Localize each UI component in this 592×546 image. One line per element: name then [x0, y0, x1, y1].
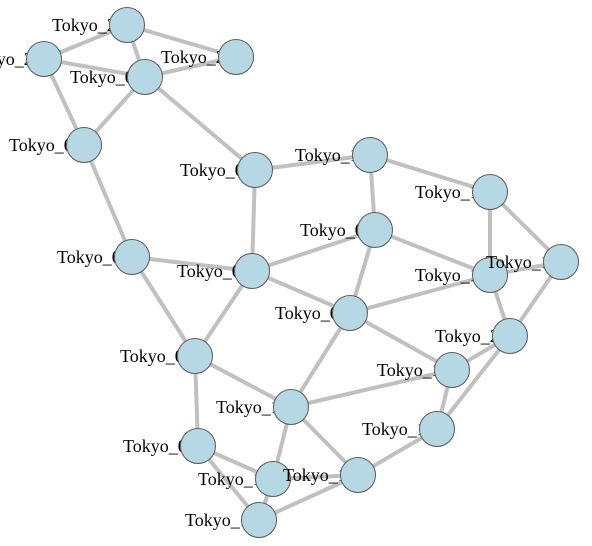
edge [145, 77, 255, 170]
graph-node: Tokyo_05 [300, 212, 393, 248]
node-circle[interactable] [419, 411, 455, 447]
graph-node: Tokyo_21 [161, 39, 254, 75]
node-circle[interactable] [434, 352, 470, 388]
graph-node: Tokyo_15 [362, 411, 455, 447]
graph-node: Tokyo_12 [283, 457, 376, 493]
node-circle[interactable] [340, 457, 376, 493]
graph-node: Tokyo_11 [185, 502, 277, 538]
node-circle[interactable] [472, 174, 508, 210]
node-circle[interactable] [109, 7, 145, 43]
network-graph: Tokyo_01 Tokyo_02 Tokyo_03 Tokyo_04 Tokyo_05… [0, 0, 592, 546]
node-circle[interactable] [218, 39, 254, 75]
graph-node: Tokyo_02 [57, 239, 150, 275]
graph-node: Tokyo_04 [275, 295, 368, 331]
edge [350, 275, 490, 313]
node-circle[interactable] [26, 41, 62, 77]
graph-node: Tokyo_03 [120, 338, 213, 374]
graph-node: Tokyo_13 [216, 389, 309, 425]
graph-node: Tokyo_06 [180, 152, 273, 188]
graph-node: Tokyo_17 [415, 174, 508, 210]
node-circle[interactable] [127, 59, 163, 95]
graph-node: Tokyo_18 [295, 137, 388, 173]
graph-node: Tokyo_20 [435, 318, 528, 354]
graph-node: Tokyo_01 [177, 253, 270, 289]
node-circle[interactable] [492, 318, 528, 354]
node-circle[interactable] [237, 152, 273, 188]
node-circle[interactable] [180, 428, 216, 464]
node-circle[interactable] [472, 257, 508, 293]
node-circle[interactable] [66, 127, 102, 163]
node-circle[interactable] [357, 212, 393, 248]
node-circle[interactable] [352, 137, 388, 173]
graph-node: Tokyo_22 [52, 7, 145, 43]
node-circle[interactable] [241, 502, 277, 538]
node-circle[interactable] [234, 253, 270, 289]
node-circle[interactable] [255, 461, 291, 497]
node-circle[interactable] [543, 244, 579, 280]
graph-node: Tokyo_16 [415, 257, 508, 293]
graph-node: Tokyo_07 [70, 59, 163, 95]
node-circle[interactable] [273, 389, 309, 425]
graph-node: Tokyo_23 [0, 41, 62, 77]
edge [252, 230, 375, 271]
node-circle[interactable] [177, 338, 213, 374]
graph-node: Tokyo_09 [123, 428, 216, 464]
edge [291, 370, 452, 407]
graph-node: Tokyo_08 [9, 127, 102, 163]
node-circle[interactable] [332, 295, 368, 331]
graph-node: Tokyo_14 [377, 352, 470, 388]
node-circle[interactable] [114, 239, 150, 275]
graph-node: Tokyo_10 [198, 461, 291, 497]
